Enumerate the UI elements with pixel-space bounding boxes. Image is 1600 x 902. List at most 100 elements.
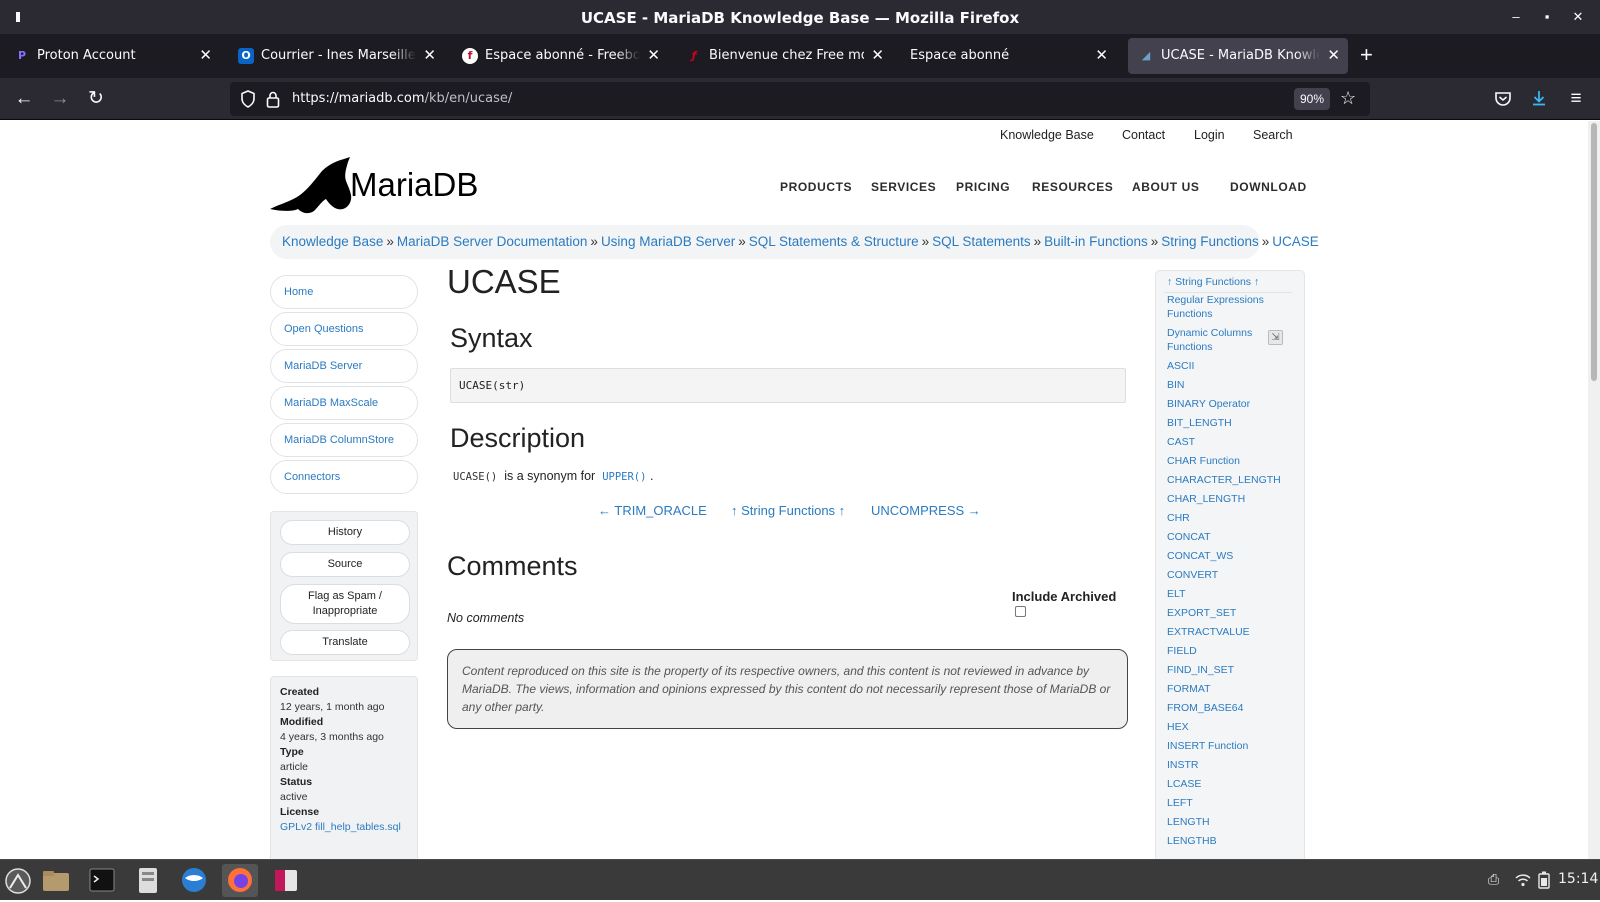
fn-link[interactable]: LEFT xyxy=(1167,797,1292,811)
close-tab-icon[interactable]: ✕ xyxy=(1327,46,1340,64)
fn-link[interactable]: EXTRACTVALUE xyxy=(1167,626,1292,640)
tab-proton[interactable]: P Proton Account ✕ xyxy=(4,38,220,74)
prev-page-link[interactable]: ← TRIM_ORACLE xyxy=(598,503,707,518)
image-viewer-icon[interactable] xyxy=(268,864,304,897)
toplink-login[interactable]: Login xyxy=(1194,128,1225,142)
fn-link[interactable]: FORMAT xyxy=(1167,683,1292,697)
scrollbar-thumb[interactable] xyxy=(1591,123,1597,381)
nav-resources[interactable]: RESOURCES xyxy=(1032,180,1113,194)
mail-client-icon[interactable] xyxy=(176,864,212,897)
nav-pricing[interactable]: PRICING xyxy=(956,180,1010,194)
fn-link[interactable]: ELT xyxy=(1167,588,1292,602)
tab-espace-abonne[interactable]: Espace abonné ✕ xyxy=(900,38,1116,74)
mariadb-logo[interactable]: MariaDB xyxy=(270,157,495,220)
include-archived-checkbox[interactable] xyxy=(1015,606,1026,617)
lock-icon[interactable] xyxy=(266,90,280,108)
sidebar-item-mariadb-maxscale[interactable]: MariaDB MaxScale xyxy=(270,386,418,420)
fn-link[interactable]: LCASE xyxy=(1167,778,1292,792)
start-menu-icon[interactable] xyxy=(4,867,32,895)
url-text[interactable]: https://mariadb.com/kb/en/ucase/ xyxy=(292,91,512,106)
fn-link[interactable]: INSTR xyxy=(1167,759,1292,773)
nav-download[interactable]: DOWNLOAD xyxy=(1230,180,1307,194)
fn-link[interactable]: INSERT Function xyxy=(1167,740,1292,754)
breadcrumb-item[interactable]: Knowledge Base xyxy=(282,234,383,249)
tracking-shield-icon[interactable] xyxy=(240,90,256,108)
battery-icon[interactable] xyxy=(1538,871,1550,889)
forward-icon[interactable]: → xyxy=(48,87,72,111)
tab-freebox[interactable]: f Espace abonné - Freebox, la ✕ xyxy=(452,38,668,74)
nav-about-us[interactable]: ABOUT US xyxy=(1132,180,1199,194)
url-bar[interactable]: https://mariadb.com/kb/en/ucase/ 90% ☆ xyxy=(230,82,1370,116)
expand-icon[interactable]: ⇲ xyxy=(1268,330,1283,345)
fn-link[interactable]: CHR xyxy=(1167,512,1292,526)
breadcrumb-item[interactable]: String Functions xyxy=(1161,234,1259,249)
fn-link[interactable]: CAST xyxy=(1167,436,1292,450)
tab-outlook[interactable]: O Courrier - Ines Marseille - Ou ✕ xyxy=(228,38,444,74)
fn-link[interactable]: Regular Expressions Functions xyxy=(1167,294,1292,321)
toplink-search[interactable]: Search xyxy=(1253,128,1293,142)
sidebar-item-mariadb-server[interactable]: MariaDB Server xyxy=(270,349,418,383)
breadcrumb-item[interactable]: SQL Statements xyxy=(932,234,1031,249)
close-tab-icon[interactable]: ✕ xyxy=(199,46,212,64)
breadcrumb-item[interactable]: SQL Statements & Structure xyxy=(749,234,919,249)
pocket-icon[interactable] xyxy=(1494,90,1512,108)
upper-link[interactable]: UPPER() xyxy=(602,471,646,483)
back-icon[interactable]: ← xyxy=(12,87,36,111)
fn-link[interactable]: FROM_BASE64 xyxy=(1167,702,1292,716)
wifi-icon[interactable] xyxy=(1515,872,1531,888)
fn-link[interactable]: FIELD xyxy=(1167,645,1292,659)
new-tab-icon[interactable]: + xyxy=(1360,44,1373,66)
fn-link[interactable]: BINARY Operator xyxy=(1167,398,1292,412)
app-menu-icon[interactable]: ≡ xyxy=(1564,87,1588,111)
history-button[interactable]: History xyxy=(280,520,410,545)
zoom-level-badge[interactable]: 90% xyxy=(1294,88,1331,110)
fn-link[interactable]: CHARACTER_LENGTH xyxy=(1167,474,1292,488)
nav-services[interactable]: SERVICES xyxy=(871,180,936,194)
fn-link[interactable]: FIND_IN_SET xyxy=(1167,664,1292,678)
flag-spam-button[interactable]: Flag as Spam / Inappropriate xyxy=(280,584,410,624)
tab-mariadb-active[interactable]: ◢ UCASE - MariaDB Knowledge ✕ xyxy=(1128,38,1348,74)
breadcrumb-item[interactable]: Built-in Functions xyxy=(1044,234,1148,249)
fn-link[interactable]: HEX xyxy=(1167,721,1292,735)
fn-link[interactable]: CONCAT xyxy=(1167,531,1292,545)
downloads-icon[interactable] xyxy=(1530,89,1548,107)
printer-icon[interactable]: ⎙ xyxy=(1488,871,1499,888)
breadcrumb-item[interactable]: MariaDB Server Documentation xyxy=(397,234,588,249)
reload-icon[interactable]: ↻ xyxy=(84,87,108,111)
source-button[interactable]: Source xyxy=(280,552,410,577)
tab-free-mobile[interactable]: ƒ Bienvenue chez Free mobile ✕ xyxy=(676,38,892,74)
fn-link[interactable]: CHAR_LENGTH xyxy=(1167,493,1292,507)
close-tab-icon[interactable]: ✕ xyxy=(423,46,436,64)
nav-products[interactable]: PRODUCTS xyxy=(780,180,852,194)
fn-link[interactable]: CHAR Function xyxy=(1167,455,1292,469)
sidebar-item-home[interactable]: Home xyxy=(270,275,418,309)
close-tab-icon[interactable]: ✕ xyxy=(647,46,660,64)
maximize-icon[interactable]: ▪ xyxy=(1538,8,1556,26)
fn-link[interactable]: LENGTHB xyxy=(1167,835,1292,849)
close-tab-icon[interactable]: ✕ xyxy=(1095,46,1108,64)
breadcrumb-item[interactable]: Using MariaDB Server xyxy=(601,234,735,249)
meta-license-link[interactable]: GPLv2 fill_help_tables.sql xyxy=(280,820,408,835)
fn-link[interactable]: ASCII xyxy=(1167,360,1292,374)
fn-link[interactable]: BIN xyxy=(1167,379,1292,393)
minimize-icon[interactable]: – xyxy=(1507,8,1525,26)
bookmark-star-icon[interactable]: ☆ xyxy=(1340,88,1356,109)
toplink-knowledge-base[interactable]: Knowledge Base xyxy=(1000,128,1094,142)
include-archived-toggle[interactable]: Include Archived xyxy=(1012,589,1127,619)
next-page-link[interactable]: UNCOMPRESS → xyxy=(871,503,981,518)
fn-link[interactable]: EXPORT_SET xyxy=(1167,607,1292,621)
close-window-icon[interactable]: ✕ xyxy=(1569,8,1587,26)
fn-link[interactable]: CONVERT xyxy=(1167,569,1292,583)
sidebar-up-link[interactable]: ↑ String Functions ↑ xyxy=(1167,276,1259,288)
firefox-taskbar-icon[interactable] xyxy=(222,864,258,897)
fn-link[interactable]: BIT_LENGTH xyxy=(1167,417,1292,431)
breadcrumb-current[interactable]: UCASE xyxy=(1272,234,1319,249)
sidebar-item-open-questions[interactable]: Open Questions xyxy=(270,312,418,346)
close-tab-icon[interactable]: ✕ xyxy=(871,46,884,64)
translate-button[interactable]: Translate xyxy=(280,630,410,655)
sidebar-item-mariadb-columnstore[interactable]: MariaDB ColumnStore xyxy=(270,423,418,457)
fn-link[interactable]: CONCAT_WS xyxy=(1167,550,1292,564)
up-page-link[interactable]: ↑ String Functions ↑ xyxy=(731,503,845,518)
page-scrollbar[interactable] xyxy=(1588,121,1600,859)
archive-manager-icon[interactable] xyxy=(130,864,166,897)
